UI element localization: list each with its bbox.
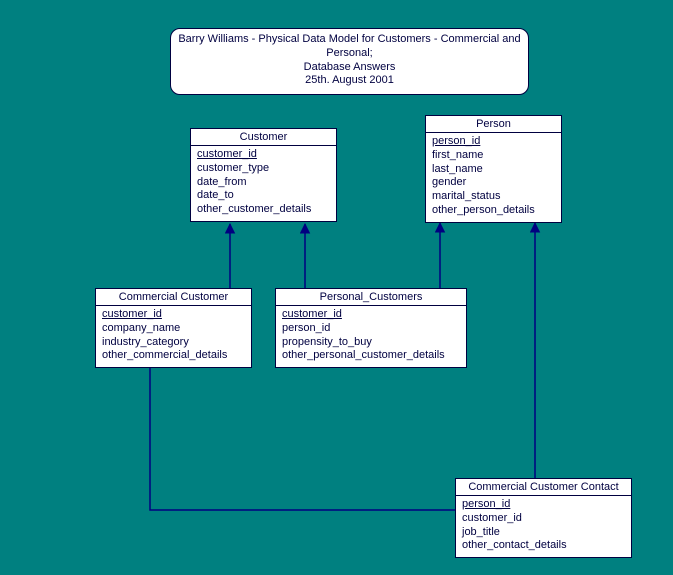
attr-industry-category: industry_category [102,336,245,350]
attr-job-title: job_title [462,526,625,540]
entity-commercial-customer-contact-header: Commercial Customer Contact [456,479,631,496]
entity-customer: Customer customer_id customer_type date_… [190,128,337,222]
title-line-2: Database Answers [177,61,522,75]
attr-company-name: company_name [102,322,245,336]
entity-commercial-customer: Commercial Customer customer_id company_… [95,288,252,368]
entity-customer-header: Customer [191,129,336,146]
attr-first-name: first_name [432,149,555,163]
attr-date-to: date_to [197,189,330,203]
attr-pc-person-id: person_id [282,322,460,336]
attr-gender: gender [432,176,555,190]
entity-commercial-customer-body: customer_id company_name industry_catego… [96,306,251,367]
attr-date-from: date_from [197,176,330,190]
attr-ccc-customer-id: customer_id [462,512,625,526]
entity-personal-customers-body: customer_id person_id propensity_to_buy … [276,306,466,367]
attr-cc-customer-id: customer_id [102,308,245,322]
entity-personal-customers-header: Personal_Customers [276,289,466,306]
attr-pc-customer-id: customer_id [282,308,460,322]
entity-person-header: Person [426,116,561,133]
attr-propensity-to-buy: propensity_to_buy [282,336,460,350]
entity-commercial-customer-contact-body: person_id customer_id job_title other_co… [456,496,631,557]
entity-personal-customers: Personal_Customers customer_id person_id… [275,288,467,368]
attr-last-name: last_name [432,163,555,177]
attr-other-personal-customer-details: other_personal_customer_details [282,349,460,363]
attr-person-id: person_id [432,135,555,149]
entity-person-body: person_id first_name last_name gender ma… [426,133,561,222]
entity-commercial-customer-contact: Commercial Customer Contact person_id cu… [455,478,632,558]
attr-ccc-person-id: person_id [462,498,625,512]
attr-customer-type: customer_type [197,162,330,176]
attr-other-person-details: other_person_details [432,204,555,218]
attr-customer-id: customer_id [197,148,330,162]
title-line-3: 25th. August 2001 [177,74,522,88]
attr-marital-status: marital_status [432,190,555,204]
entity-commercial-customer-header: Commercial Customer [96,289,251,306]
attr-other-commercial-details: other_commercial_details [102,349,245,363]
entity-person: Person person_id first_name last_name ge… [425,115,562,223]
attr-other-customer-details: other_customer_details [197,203,330,217]
title-line-1: Barry Williams - Physical Data Model for… [177,33,522,61]
attr-other-contact-details: other_contact_details [462,539,625,553]
entity-customer-body: customer_id customer_type date_from date… [191,146,336,221]
diagram-title: Barry Williams - Physical Data Model for… [170,28,529,95]
